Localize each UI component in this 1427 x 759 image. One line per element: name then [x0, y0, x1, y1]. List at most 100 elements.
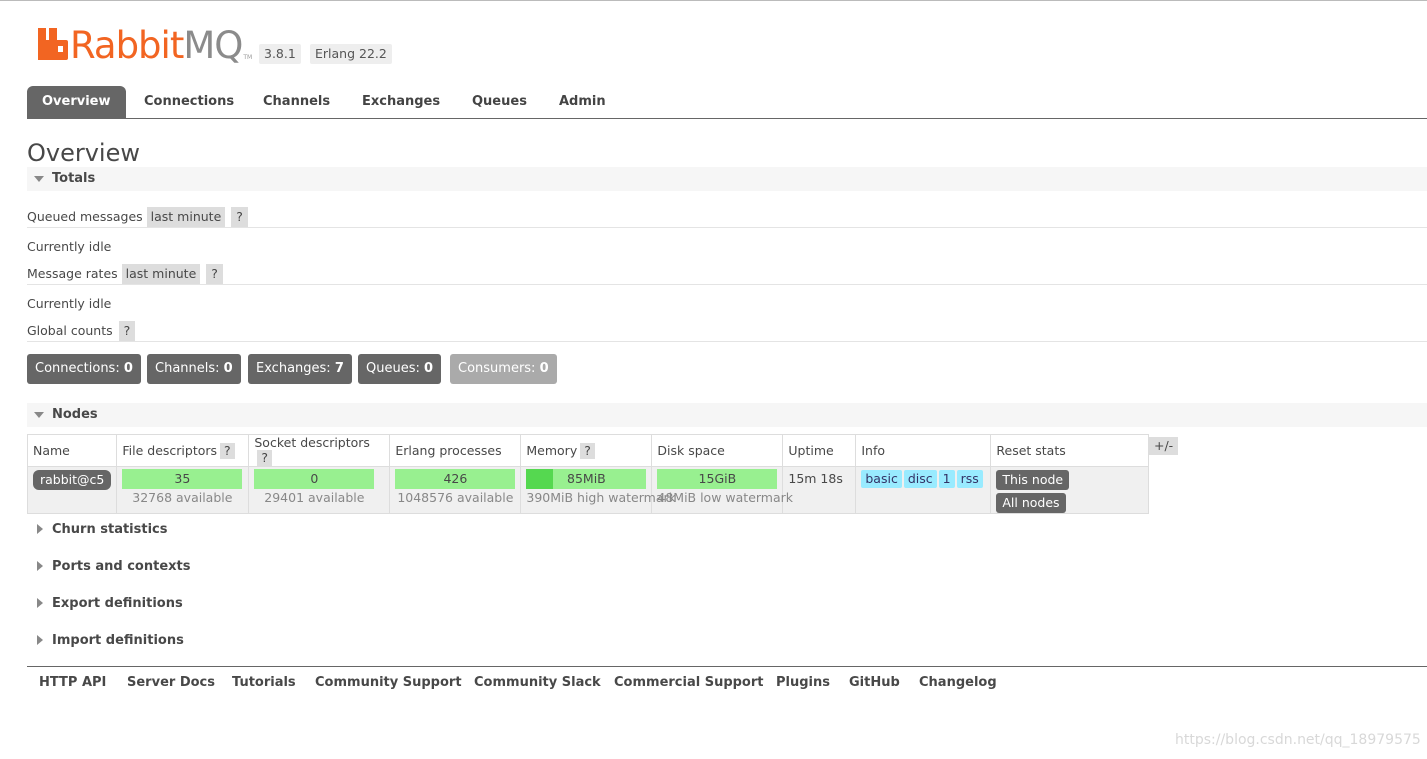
- tab-overview[interactable]: Overview: [27, 86, 126, 118]
- info-cell: basic disc 1 rss: [855, 466, 992, 514]
- footer-link-github[interactable]: GitHub: [849, 675, 900, 690]
- message-rates-label: Message rates: [27, 266, 118, 281]
- footer-link-server-docs[interactable]: Server Docs: [127, 675, 215, 690]
- queued-status: Currently idle: [27, 239, 112, 254]
- nodes-heading: Nodes: [52, 407, 98, 422]
- memory-bar-fill: [526, 469, 553, 489]
- connections-count-button[interactable]: Connections: 0: [27, 354, 141, 384]
- socket-descriptors-available: 29401 available: [264, 490, 365, 505]
- footer-link-http-api[interactable]: HTTP API: [39, 675, 106, 690]
- footer-link-tutorials[interactable]: Tutorials: [232, 675, 296, 690]
- footer-link-community-support[interactable]: Community Support: [315, 675, 462, 690]
- queued-range-selector[interactable]: last minute: [146, 207, 226, 227]
- info-badge-rss: rss: [956, 470, 983, 488]
- collapsed-triangle-icon: [37, 524, 43, 534]
- help-icon[interactable]: ?: [257, 450, 273, 466]
- queues-count-button[interactable]: Queues: 0: [358, 354, 442, 384]
- divider: [27, 227, 1427, 228]
- file-descriptors-bar: 35: [122, 469, 243, 489]
- nodes-table: Name File descriptors? Socket descriptor…: [26, 434, 1150, 514]
- disk-low-watermark: 48MiB low watermark: [657, 490, 794, 505]
- info-badge-basic: basic: [861, 470, 902, 488]
- totals-section-header[interactable]: Totals: [27, 167, 1427, 191]
- divider: [27, 341, 1427, 342]
- column-header-memory: Memory?: [520, 434, 653, 467]
- top-border: [0, 0, 1427, 1]
- help-icon[interactable]: ?: [580, 442, 595, 459]
- watermark: https://blog.csdn.net/qq_18979575: [1175, 732, 1421, 748]
- queued-messages-label: Queued messages: [27, 209, 143, 224]
- footer-link-community-slack[interactable]: Community Slack: [474, 675, 601, 690]
- expanded-triangle-icon: [34, 412, 44, 418]
- rabbitmq-logo[interactable]: RabbitMQ TM: [38, 26, 252, 66]
- expanded-triangle-icon: [34, 176, 44, 182]
- reset-all-nodes-button[interactable]: All nodes: [996, 493, 1066, 513]
- consumers-count-button[interactable]: Consumers: 0: [450, 354, 557, 384]
- section-label: Export definitions: [52, 596, 183, 611]
- column-header-info: Info: [855, 434, 992, 467]
- divider: [27, 284, 1427, 285]
- column-header-reset-stats: Reset stats: [990, 434, 1150, 467]
- section-label: Ports and contexts: [52, 559, 191, 574]
- tab-queues[interactable]: Queues: [472, 86, 527, 118]
- help-icon[interactable]: ?: [220, 442, 235, 459]
- column-header-disk-space: Disk space: [651, 434, 784, 467]
- main-tabs: Overview Connections Channels Exchanges …: [27, 86, 1427, 119]
- erlang-version-badge: Erlang 22.2: [310, 44, 392, 64]
- help-icon[interactable]: ?: [206, 264, 223, 284]
- column-header-uptime: Uptime: [782, 434, 857, 467]
- exchanges-count-button[interactable]: Exchanges: 7: [248, 354, 352, 384]
- erlang-processes-available: 1048576 available: [397, 490, 514, 505]
- export-definitions-section[interactable]: Export definitions: [27, 593, 427, 615]
- reset-stats-cell: This node All nodes: [990, 466, 1150, 514]
- global-counts-label: Global counts: [27, 323, 113, 338]
- rates-status: Currently idle: [27, 296, 112, 311]
- column-header-socket-descriptors: Socket descriptors?: [248, 434, 391, 467]
- logo-wordmark: RabbitMQ: [70, 24, 243, 67]
- rates-range-selector[interactable]: last minute: [121, 264, 201, 284]
- uptime-value: 15m 18s: [788, 471, 843, 486]
- table-header-row: Name File descriptors? Socket descriptor…: [26, 434, 1150, 467]
- node-name-link[interactable]: rabbit@c5: [33, 470, 112, 490]
- rabbit-logo-icon: [38, 28, 68, 60]
- collapsed-triangle-icon: [37, 635, 43, 645]
- totals-heading: Totals: [52, 171, 96, 186]
- help-icon[interactable]: ?: [231, 207, 248, 227]
- nodes-section-header[interactable]: Nodes: [27, 403, 1427, 427]
- socket-descriptors-bar: 0: [254, 469, 375, 489]
- footer-link-commercial-support[interactable]: Commercial Support: [614, 675, 764, 690]
- memory-high-watermark: 390MiB high watermark: [526, 490, 676, 505]
- tab-exchanges[interactable]: Exchanges: [362, 86, 440, 118]
- tab-connections[interactable]: Connections: [144, 86, 234, 118]
- channels-count-button[interactable]: Channels: 0: [147, 354, 241, 384]
- ports-and-contexts-section[interactable]: Ports and contexts: [27, 556, 427, 578]
- node-name-cell: rabbit@c5: [26, 466, 118, 514]
- column-header-name: Name: [26, 434, 118, 467]
- disk-space-bar: 15GiB: [657, 469, 778, 489]
- tab-admin[interactable]: Admin: [559, 86, 606, 118]
- churn-statistics-section[interactable]: Churn statistics: [27, 519, 427, 541]
- file-descriptors-cell: 35 32768 available: [116, 466, 250, 514]
- import-definitions-section[interactable]: Import definitions: [27, 630, 427, 652]
- logo-trademark: TM: [243, 54, 253, 61]
- message-rates-row: Message rates last minute ?: [27, 264, 223, 284]
- socket-descriptors-cell: 0 29401 available: [248, 466, 391, 514]
- reset-this-node-button[interactable]: This node: [996, 470, 1070, 490]
- table-row: rabbit@c5 35 32768 available 0 29401 ava…: [26, 466, 1150, 514]
- help-icon[interactable]: ?: [118, 321, 136, 341]
- file-descriptors-available: 32768 available: [132, 490, 233, 505]
- footer-links: HTTP API Server Docs Tutorials Community…: [27, 666, 1427, 697]
- erlang-processes-bar: 426: [395, 469, 516, 489]
- tab-channels[interactable]: Channels: [263, 86, 330, 118]
- section-label: Import definitions: [52, 633, 184, 648]
- memory-cell: 85MiB 390MiB high watermark: [520, 466, 676, 514]
- uptime-cell: 15m 18s: [782, 466, 857, 514]
- erlang-processes-cell: 426 1048576 available: [389, 466, 522, 514]
- collapsed-triangle-icon: [37, 598, 43, 608]
- footer-link-changelog[interactable]: Changelog: [919, 675, 997, 690]
- footer-link-plugins[interactable]: Plugins: [776, 675, 830, 690]
- toggle-columns-button[interactable]: +/-: [1149, 437, 1179, 455]
- queued-messages-row: Queued messages last minute ?: [27, 207, 248, 227]
- info-badge-count: 1: [938, 470, 955, 488]
- collapsed-triangle-icon: [37, 561, 43, 571]
